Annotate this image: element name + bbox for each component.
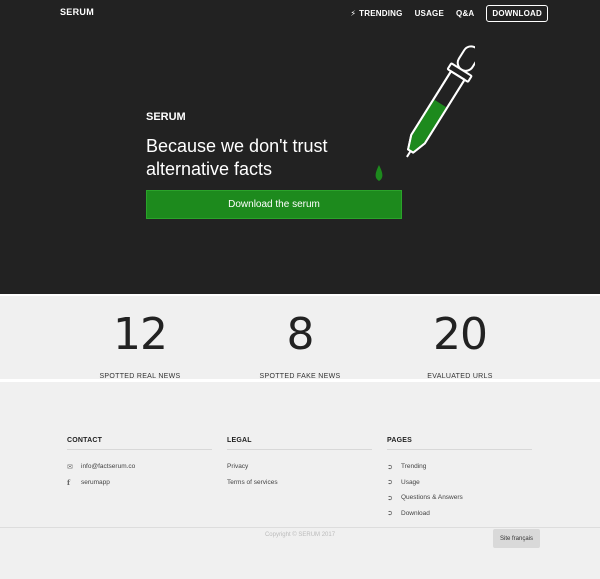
page-link-label: Download	[401, 509, 430, 517]
footer-legal: LEGAL Privacy Terms of services	[227, 437, 372, 490]
stat-value: 8	[286, 309, 315, 360]
pages-download-link[interactable]: ➲ Download	[387, 506, 532, 522]
envelope-icon: ✉	[67, 463, 73, 471]
stat-real-news: 12 SPOTTED REAL NEWS	[60, 296, 220, 381]
contact-facebook-text: serumapp	[81, 478, 110, 486]
pages-qa-link[interactable]: ➲ Questions & Answers	[387, 490, 532, 506]
footer-contact: CONTACT ✉ info@factserum.co f serumapp	[67, 437, 212, 490]
bolt-icon: ⚡︎	[350, 8, 357, 18]
nav-trending-label: TRENDING	[359, 9, 403, 18]
circle-arrow-icon: ➲	[387, 479, 393, 487]
stat-evaluated-urls: 20 EVALUATED URLS	[380, 296, 540, 381]
hero-title: SERUM	[146, 111, 186, 123]
legal-privacy-link[interactable]: Privacy	[227, 459, 372, 475]
footer-pages: PAGES ➲ Trending ➲ Usage ➲ Questions & A…	[387, 437, 532, 521]
page-link-label: Usage	[401, 478, 420, 486]
facebook-icon: f	[67, 477, 71, 487]
nav-usage[interactable]: USAGE	[415, 9, 444, 18]
top-nav: ⚡︎ TRENDING USAGE Q&A DOWNLOAD	[350, 5, 548, 22]
legal-terms-link[interactable]: Terms of services	[227, 475, 372, 491]
pages-usage-link[interactable]: ➲ Usage	[387, 475, 532, 491]
dropper-illustration	[375, 45, 475, 181]
contact-email[interactable]: ✉ info@factserum.co	[67, 459, 212, 475]
nav-qa[interactable]: Q&A	[456, 9, 474, 18]
stat-value: 20	[433, 309, 488, 360]
stats-section: 12 SPOTTED REAL NEWS 8 SPOTTED FAKE NEWS…	[0, 296, 600, 381]
nav-download-button[interactable]: DOWNLOAD	[486, 5, 548, 22]
circle-arrow-icon: ➲	[387, 510, 393, 518]
footer: CONTACT ✉ info@factserum.co f serumapp L…	[0, 382, 600, 579]
pages-trending-link[interactable]: ➲ Trending	[387, 459, 532, 475]
footer-heading: PAGES	[387, 437, 532, 450]
footer-divider	[0, 527, 600, 528]
circle-arrow-icon: ➲	[387, 463, 393, 471]
page-link-label: Questions & Answers	[401, 494, 463, 502]
circle-arrow-icon: ➲	[387, 494, 393, 502]
stat-value: 12	[113, 309, 168, 360]
contact-email-text: info@factserum.co	[81, 463, 136, 471]
language-switch-button[interactable]: Site français	[493, 529, 540, 548]
contact-facebook[interactable]: f serumapp	[67, 475, 212, 491]
hero-tagline: Because we don't trust alternative facts	[146, 136, 328, 179]
download-serum-button[interactable]: Download the serum	[146, 190, 402, 219]
serum-drop	[375, 165, 383, 181]
nav-trending[interactable]: ⚡︎ TRENDING	[350, 9, 402, 18]
page-link-label: Trending	[401, 463, 427, 471]
stat-fake-news: 8 SPOTTED FAKE NEWS	[220, 296, 380, 381]
footer-heading: CONTACT	[67, 437, 212, 450]
footer-heading: LEGAL	[227, 437, 372, 450]
brand-logo[interactable]: SERUM	[60, 7, 94, 17]
hero-section: SERUM ⚡︎ TRENDING USAGE Q&A DOWNLOAD SER…	[0, 0, 600, 294]
